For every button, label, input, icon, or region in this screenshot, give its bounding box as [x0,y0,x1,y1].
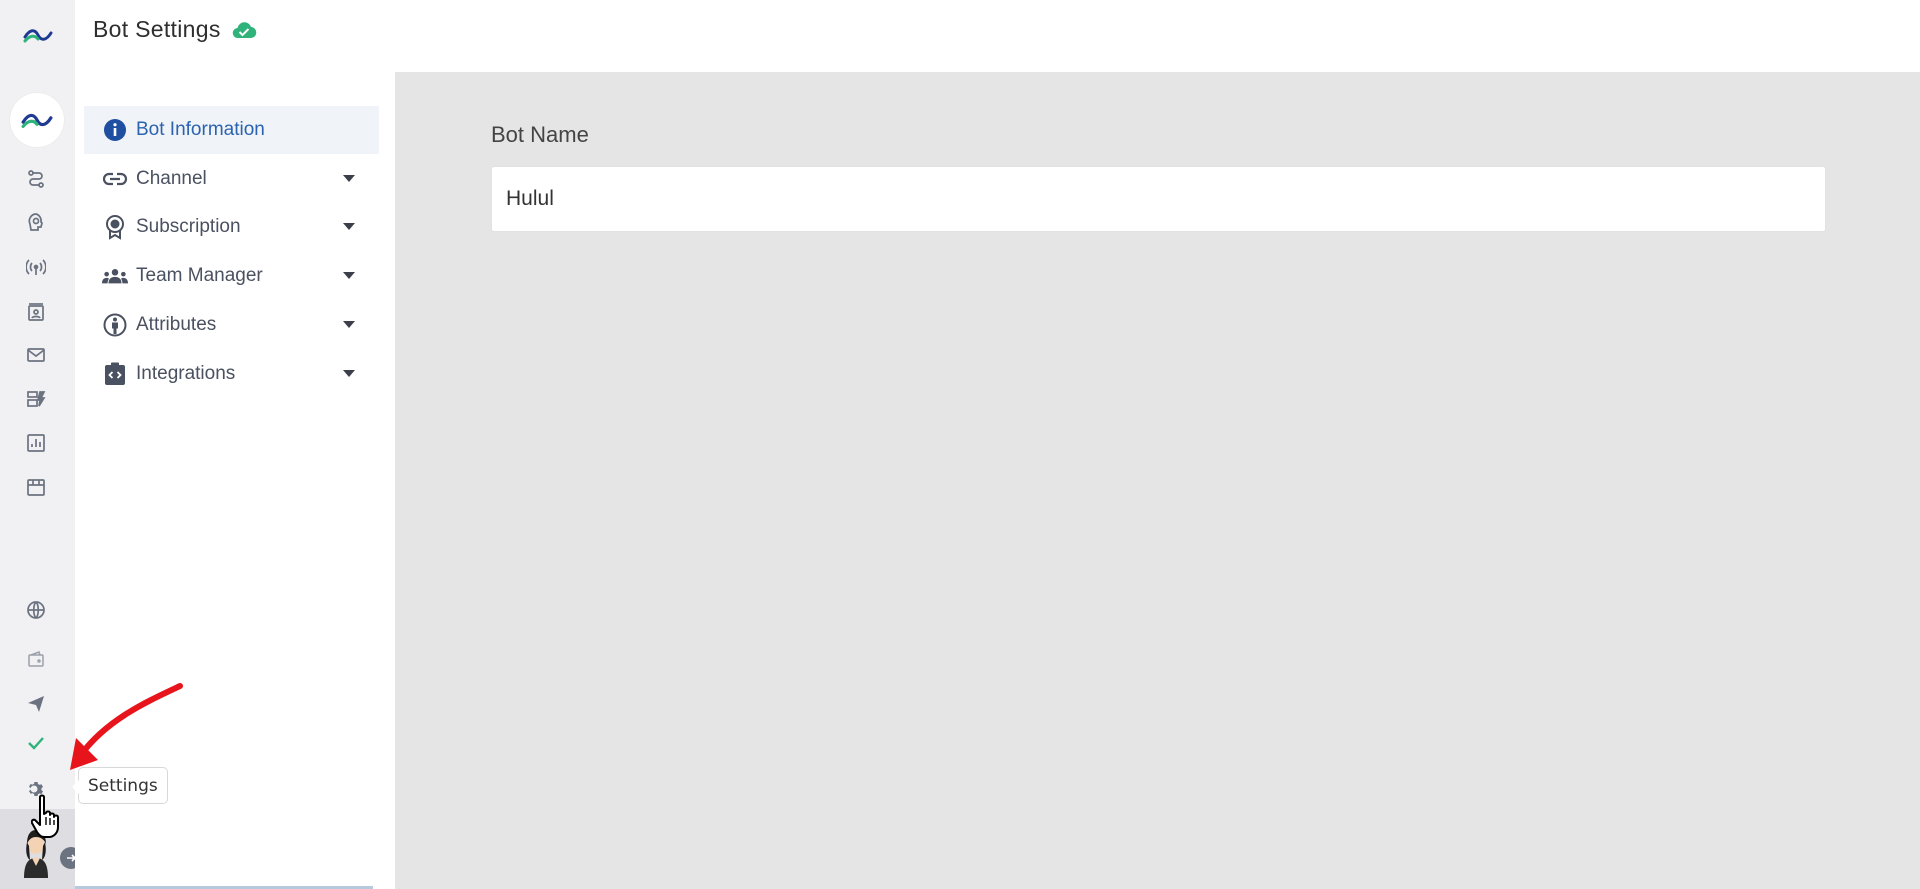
menu-item-attributes[interactable]: Attributes [84,301,379,349]
bot-name-label: Bot Name [491,122,589,147]
chevron-down-icon [343,272,355,279]
mail-icon[interactable] [24,343,48,367]
menu-item-subscription[interactable]: Subscription [84,203,379,251]
app-window: Bot Settings Bot Information Channel Sub… [0,0,1920,889]
link-icon [102,166,128,192]
menu-item-team-manager[interactable]: Team Manager [84,252,379,300]
menu-item-integrations[interactable]: Integrations [84,350,379,398]
chevron-down-icon [343,321,355,328]
info-icon [102,117,128,143]
menu-item-label: Bot Information [136,119,265,140]
globe-icon[interactable] [24,598,48,622]
menu-item-label: Attributes [136,314,217,335]
icon-rail [0,0,82,889]
badge-icon [102,214,128,240]
bot-name-input[interactable] [491,166,1826,232]
bot-information-panel: Bot Name [395,72,1920,889]
bot-avatar-icon[interactable] [10,93,64,147]
ai-brain-icon[interactable] [24,210,48,234]
brand-logo-icon[interactable] [0,0,75,70]
menu-item-label: Subscription [136,216,241,237]
contacts-icon[interactable] [24,300,48,324]
menu-item-label: Channel [136,168,207,189]
cloud-check-icon [232,21,256,38]
wallet-icon[interactable] [24,647,48,671]
page-title-text: Bot Settings [93,16,221,42]
broadcast-icon[interactable] [24,255,48,279]
analytics-icon[interactable] [24,431,48,455]
menu-item-bot-information[interactable]: Bot Information [84,106,379,154]
store-icon[interactable] [24,475,48,499]
page-header: Bot Settings [75,0,1920,72]
chevron-down-icon [343,175,355,182]
check-icon[interactable] [24,731,48,755]
user-avatar[interactable] [14,820,58,878]
menu-item-label: Team Manager [136,265,263,286]
person-icon [102,312,128,338]
team-icon [102,263,128,289]
templates-icon[interactable] [24,387,48,411]
chevron-down-icon [343,223,355,230]
code-icon [102,361,128,387]
page-title: Bot Settings [93,16,257,43]
menu-item-label: Integrations [136,363,236,384]
settings-tooltip: Settings [72,767,168,804]
menu-item-channel[interactable]: Channel [84,155,379,203]
gear-icon[interactable] [24,777,48,801]
flow-icon[interactable] [24,167,48,191]
chevron-down-icon [343,370,355,377]
tooltip-text: Settings [88,775,158,796]
send-icon[interactable] [24,691,48,715]
